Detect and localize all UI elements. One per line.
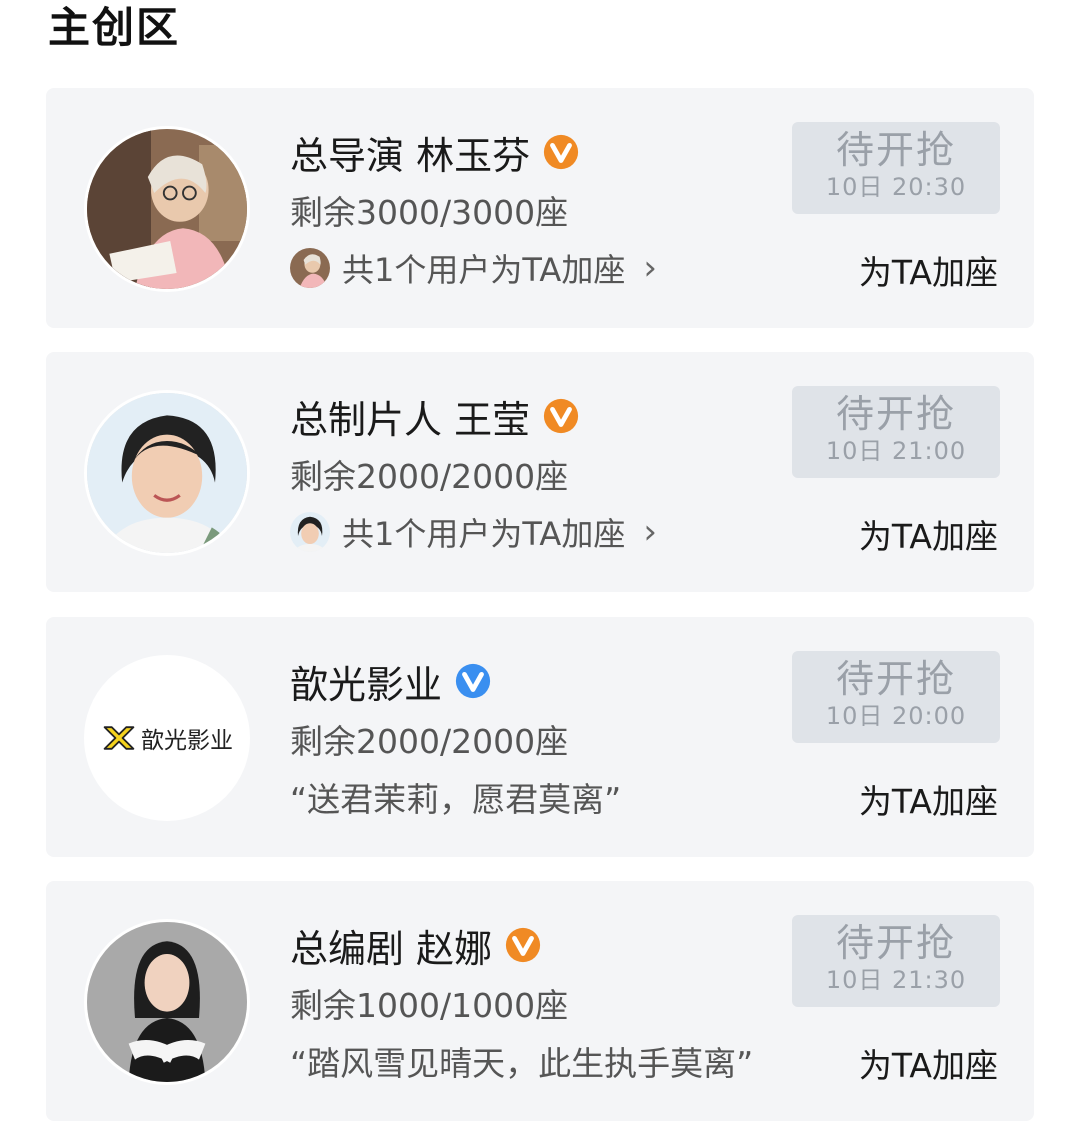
verified-badge-icon [543, 134, 579, 170]
creator-card-director[interactable]: 总导演 林玉芬 剩余3000/3000座 共1个用户为TA加座 › 待开抢 10… [46, 88, 1034, 328]
creator-name: 总导演 林玉芬 [290, 133, 531, 178]
slogan-quote: “送君茉莉，愿君莫离” [290, 780, 622, 819]
creator-zone-page: 主创区 总导演 林玉芬 剩余3000/3000座 共1个用户为TA加座 › 待开… [0, 0, 1080, 1131]
creator-name: 总编剧 赵娜 [290, 926, 493, 971]
slogan-row: “送君茉莉，愿君莫离” [290, 775, 621, 819]
avatar-screenwriter[interactable] [84, 919, 250, 1085]
supporters-text: 共1个用户为TA加座 [342, 515, 626, 553]
add-seat-button[interactable]: 为TA加座 [859, 510, 998, 558]
avatar-producer[interactable] [84, 390, 250, 556]
grab-time: 10日 20:00 [825, 702, 967, 730]
name-row: 歆光影业 [290, 657, 492, 707]
grab-status: 待开抢 [835, 128, 956, 172]
avatar-director[interactable] [84, 126, 250, 292]
supporter-avatar [290, 248, 330, 288]
chevron-right-icon: › [643, 512, 657, 552]
verified-badge-icon [543, 398, 579, 434]
supporters-text: 共1个用户为TA加座 [342, 251, 626, 289]
name-row: 总导演 林玉芬 [290, 128, 580, 178]
creator-name: 总制片人 王莹 [290, 397, 531, 442]
creator-card-screenwriter[interactable]: 总编剧 赵娜 剩余1000/1000座 “踏风雪见晴天，此生执手莫离” 待开抢 … [46, 881, 1034, 1121]
grab-time: 10日 21:00 [825, 437, 967, 465]
grab-status: 待开抢 [835, 392, 956, 436]
add-seat-button[interactable]: 为TA加座 [859, 775, 998, 823]
supporters-link[interactable]: 共1个用户为TA加座 › [290, 510, 657, 554]
add-seat-button[interactable]: 为TA加座 [859, 1039, 998, 1087]
seats-remaining: 剩余2000/2000座 [290, 722, 569, 761]
grab-time: 10日 20:30 [825, 173, 967, 201]
creator-card-producer[interactable]: 总制片人 王莹 剩余2000/2000座 共1个用户为TA加座 › 待开抢 10… [46, 352, 1034, 592]
supporters-link[interactable]: 共1个用户为TA加座 › [290, 246, 657, 290]
grab-status: 待开抢 [835, 921, 956, 965]
grab-time: 10日 21:30 [825, 966, 967, 994]
seats-remaining: 剩余2000/2000座 [290, 457, 569, 496]
grab-status: 待开抢 [835, 657, 956, 701]
grab-seat-button[interactable]: 待开抢 10日 21:00 [792, 386, 1000, 478]
seats-remaining: 剩余3000/3000座 [290, 193, 569, 232]
seats-remaining: 剩余1000/1000座 [290, 986, 569, 1025]
name-row: 总制片人 王莹 [290, 392, 580, 442]
chevron-right-icon: › [643, 248, 657, 288]
name-row: 总编剧 赵娜 [290, 921, 542, 971]
supporter-avatar [290, 512, 330, 552]
verified-badge-icon [455, 663, 491, 699]
grab-seat-button[interactable]: 待开抢 10日 20:00 [792, 651, 1000, 743]
slogan-row: “踏风雪见晴天，此生执手莫离” [290, 1039, 753, 1083]
studio-logo-icon [103, 726, 135, 750]
section-title: 主创区 [48, 3, 181, 52]
studio-logo-text: 歆光影业 [141, 728, 233, 754]
avatar-studio-logo[interactable]: 歆光影业 [84, 655, 250, 821]
grab-seat-button[interactable]: 待开抢 10日 21:30 [792, 915, 1000, 1007]
add-seat-button[interactable]: 为TA加座 [859, 246, 998, 294]
creator-name: 歆光影业 [290, 662, 443, 707]
verified-badge-icon [505, 927, 541, 963]
slogan-quote: “踏风雪见晴天，此生执手莫离” [290, 1044, 754, 1083]
creator-card-studio[interactable]: 歆光影业 歆光影业 剩余2000/2000座 “送君茉莉，愿君莫离” 待开抢 1… [46, 617, 1034, 857]
grab-seat-button[interactable]: 待开抢 10日 20:30 [792, 122, 1000, 214]
